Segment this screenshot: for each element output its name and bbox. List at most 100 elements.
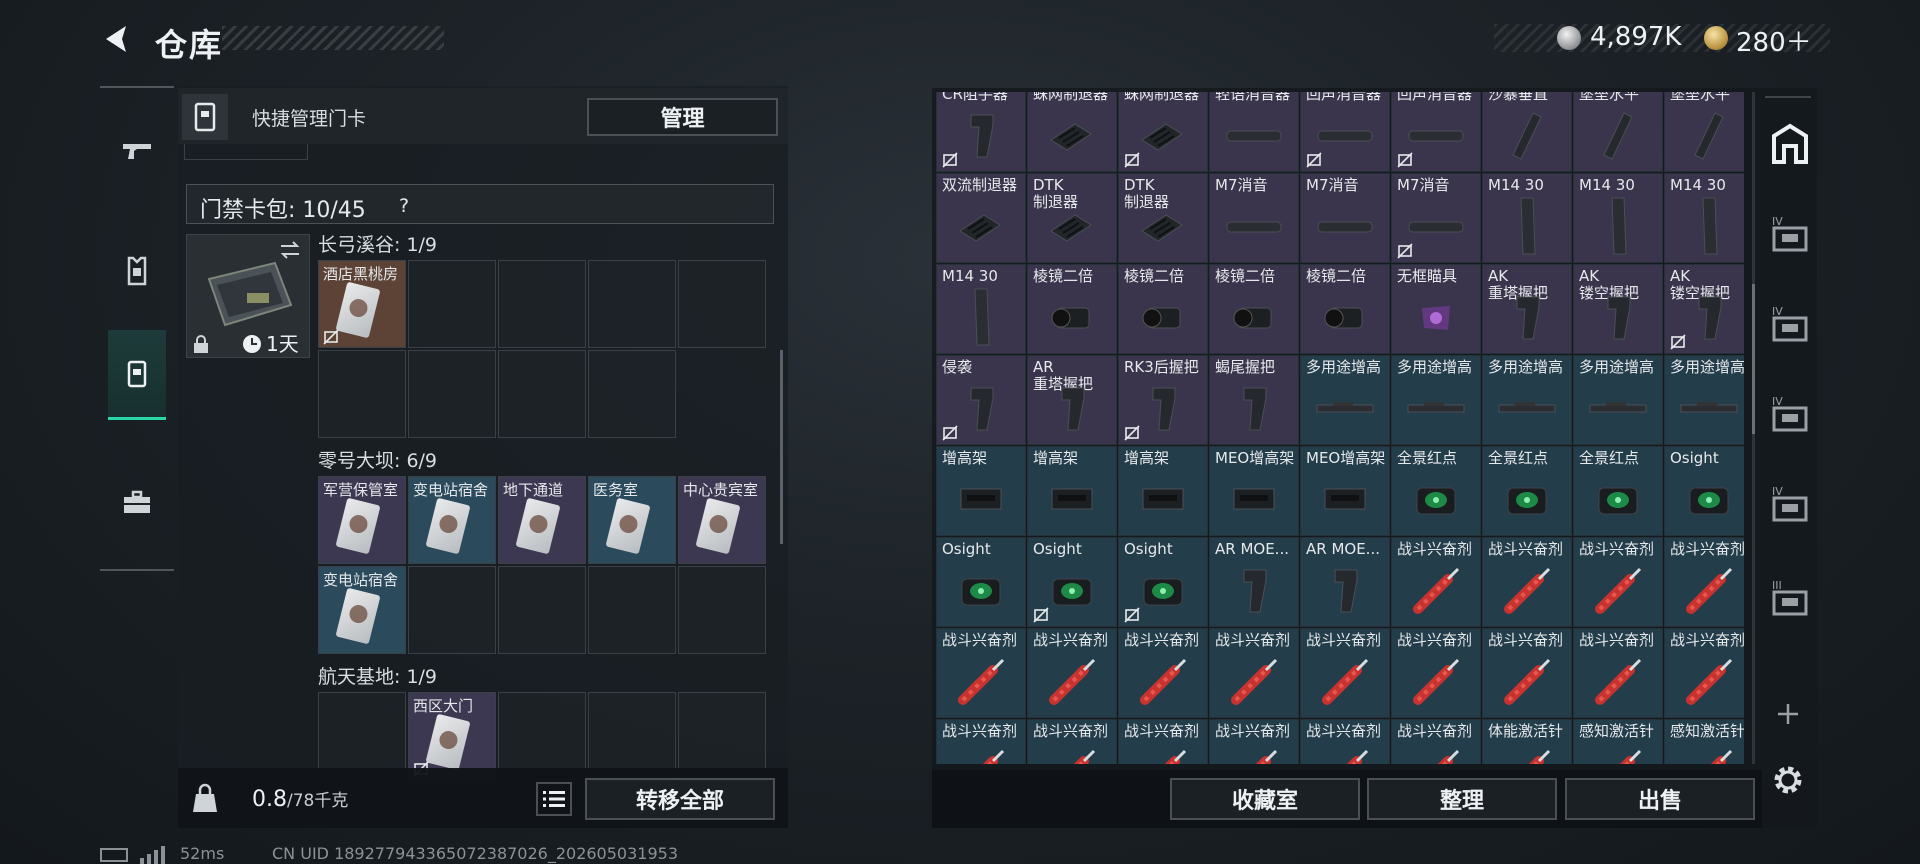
inventory-item[interactable]: 棱镜二倍 bbox=[1209, 264, 1299, 354]
rail-item-case-4-a[interactable]: IV bbox=[1764, 210, 1816, 262]
inventory-item[interactable]: 多用途增高 bbox=[1482, 355, 1572, 445]
inventory-item[interactable]: 多用途增高 bbox=[1391, 355, 1481, 445]
empty-slot[interactable] bbox=[498, 350, 586, 438]
inventory-item[interactable]: 轻语消音器 bbox=[1209, 92, 1299, 172]
keycard-scrollbar[interactable] bbox=[780, 350, 783, 544]
inventory-item[interactable]: AK 镂空握把 bbox=[1664, 264, 1744, 354]
sell-button[interactable]: 出售 bbox=[1565, 778, 1755, 820]
inventory-item[interactable]: MEO增高架 bbox=[1209, 446, 1299, 536]
keycard-item[interactable]: 西区大门 bbox=[408, 692, 496, 780]
empty-slot[interactable] bbox=[318, 692, 406, 780]
inventory-scrollbar[interactable] bbox=[1752, 284, 1755, 434]
inventory-item[interactable]: 战斗兴奋剂 bbox=[1027, 719, 1117, 764]
help-icon[interactable]: ? bbox=[392, 193, 416, 217]
inventory-item[interactable]: 回声消音器 bbox=[1391, 92, 1481, 172]
inventory-item[interactable]: 战斗兴奋剂 bbox=[1209, 628, 1299, 718]
keycard-item[interactable]: 军营保管室 bbox=[318, 476, 406, 564]
inventory-item[interactable]: M14 30 bbox=[936, 264, 1026, 354]
nav-item-keycards[interactable] bbox=[108, 330, 166, 420]
inventory-item[interactable]: MEO增高架 bbox=[1300, 446, 1390, 536]
inventory-item[interactable]: 全景红点 bbox=[1391, 446, 1481, 536]
empty-slot[interactable] bbox=[678, 566, 766, 654]
empty-slot[interactable] bbox=[408, 260, 496, 348]
keycard-item[interactable]: 医务室 bbox=[588, 476, 676, 564]
inventory-item[interactable]: 侵袭 bbox=[936, 355, 1026, 445]
inventory-item[interactable]: M7消音 bbox=[1391, 173, 1481, 263]
list-view-button[interactable] bbox=[536, 782, 572, 816]
inventory-item[interactable]: M14 30 bbox=[1664, 173, 1744, 263]
rail-item-vault[interactable] bbox=[1764, 118, 1816, 170]
settings-gear-icon[interactable] bbox=[1770, 762, 1806, 798]
empty-slot[interactable] bbox=[498, 692, 586, 780]
inventory-item[interactable]: 战斗兴奋剂 bbox=[1027, 628, 1117, 718]
inventory-item[interactable]: 无框瞄具 bbox=[1391, 264, 1481, 354]
inventory-item[interactable]: 全景红点 bbox=[1573, 446, 1663, 536]
inventory-item[interactable]: M14 30 bbox=[1573, 173, 1663, 263]
collection-room-button[interactable]: 收藏室 bbox=[1170, 778, 1360, 820]
empty-slot[interactable] bbox=[678, 692, 766, 780]
inventory-item[interactable]: 棱镜二倍 bbox=[1027, 264, 1117, 354]
empty-slot[interactable] bbox=[588, 692, 676, 780]
inventory-item[interactable]: 体能激活针 bbox=[1482, 719, 1572, 764]
inventory-item[interactable]: 增高架 bbox=[936, 446, 1026, 536]
empty-slot[interactable] bbox=[588, 350, 676, 438]
gold-amount[interactable]: 280＋ bbox=[1736, 22, 1812, 59]
inventory-item[interactable]: 战斗兴奋剂 bbox=[1573, 537, 1663, 627]
inventory-item[interactable]: 战斗兴奋剂 bbox=[1118, 628, 1208, 718]
empty-slot[interactable] bbox=[588, 566, 676, 654]
inventory-item[interactable]: M14 30 bbox=[1482, 173, 1572, 263]
rail-item-case-3[interactable]: III bbox=[1764, 574, 1816, 626]
inventory-item[interactable]: 战斗兴奋剂 bbox=[936, 628, 1026, 718]
inventory-item[interactable]: 战斗兴奋剂 bbox=[1482, 628, 1572, 718]
empty-slot[interactable] bbox=[588, 260, 676, 348]
inventory-item[interactable]: 战斗兴奋剂 bbox=[1300, 628, 1390, 718]
manage-button[interactable]: 管理 bbox=[587, 98, 778, 136]
rail-item-case-4-c[interactable]: IV bbox=[1764, 390, 1816, 442]
inventory-item[interactable]: Osight bbox=[1118, 537, 1208, 627]
keycard-item[interactable]: 酒店黑桃房 bbox=[318, 260, 406, 348]
swap-icon[interactable] bbox=[278, 238, 302, 262]
sort-button[interactable]: 整理 bbox=[1367, 778, 1557, 820]
inventory-item[interactable]: 战斗兴奋剂 bbox=[936, 719, 1026, 764]
inventory-item[interactable]: 战斗兴奋剂 bbox=[1664, 628, 1744, 718]
inventory-item[interactable]: 棱镜二倍 bbox=[1118, 264, 1208, 354]
nav-item-weapons[interactable] bbox=[108, 106, 166, 196]
inventory-item[interactable]: AR 重塔握把 bbox=[1027, 355, 1117, 445]
inventory-item[interactable]: 感知激活针 bbox=[1573, 719, 1663, 764]
empty-slot[interactable] bbox=[408, 566, 496, 654]
inventory-item[interactable]: 多用途增高 bbox=[1573, 355, 1663, 445]
keycard-item[interactable]: 地下通道 bbox=[498, 476, 586, 564]
inventory-item[interactable]: 蛛网制退器 bbox=[1118, 92, 1208, 172]
inventory-item[interactable]: Osight bbox=[1664, 446, 1744, 536]
inventory-item[interactable]: 感知激活针 bbox=[1664, 719, 1744, 764]
inventory-item[interactable]: 堡垒水平 bbox=[1573, 92, 1663, 172]
inventory-item[interactable]: 战斗兴奋剂 bbox=[1391, 537, 1481, 627]
inventory-item[interactable]: 蛛网制退器 bbox=[1027, 92, 1117, 172]
inventory-item[interactable]: M7消音 bbox=[1209, 173, 1299, 263]
nav-item-armor[interactable] bbox=[108, 226, 166, 316]
inventory-item[interactable]: 堡垒水平 bbox=[1664, 92, 1744, 172]
inventory-item[interactable]: 增高架 bbox=[1118, 446, 1208, 536]
inventory-item[interactable]: 棱镜二倍 bbox=[1300, 264, 1390, 354]
transfer-all-button[interactable]: 转移全部 bbox=[585, 778, 775, 820]
inventory-item[interactable]: CR阻手器 bbox=[936, 92, 1026, 172]
empty-slot[interactable] bbox=[318, 350, 406, 438]
keycard-item[interactable]: 变电站宿舍 bbox=[318, 566, 406, 654]
inventory-item[interactable]: AK 重塔握把 bbox=[1482, 264, 1572, 354]
inventory-item[interactable]: RK3后握把 bbox=[1118, 355, 1208, 445]
inventory-item[interactable]: 多用途增高 bbox=[1664, 355, 1744, 445]
inventory-item[interactable]: 战斗兴奋剂 bbox=[1573, 628, 1663, 718]
inventory-item[interactable]: DTK 制退器 bbox=[1118, 173, 1208, 263]
inventory-item[interactable]: DTK 制退器 bbox=[1027, 173, 1117, 263]
inventory-item[interactable]: 沙暴垂直 bbox=[1482, 92, 1572, 172]
inventory-item[interactable]: M7消音 bbox=[1300, 173, 1390, 263]
nav-item-misc[interactable] bbox=[108, 458, 166, 548]
inventory-item[interactable]: AR MOE... bbox=[1300, 537, 1390, 627]
empty-slot[interactable] bbox=[408, 350, 496, 438]
add-storage-icon[interactable] bbox=[1774, 700, 1802, 728]
rail-item-case-4-b[interactable]: IV bbox=[1764, 300, 1816, 352]
inventory-item[interactable]: 双流制退器 bbox=[936, 173, 1026, 263]
inventory-item[interactable]: 增高架 bbox=[1027, 446, 1117, 536]
inventory-item[interactable]: 战斗兴奋剂 bbox=[1482, 537, 1572, 627]
inventory-item[interactable]: 战斗兴奋剂 bbox=[1391, 719, 1481, 764]
